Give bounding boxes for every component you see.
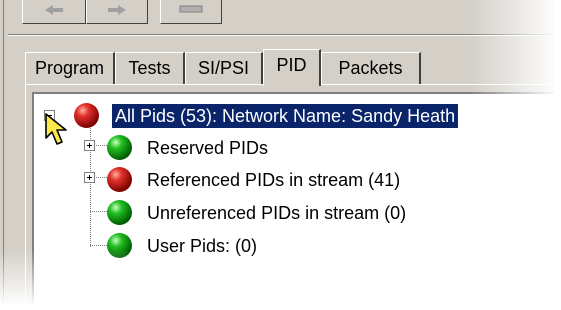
toolbar-print-button[interactable] [160,0,222,24]
tab-program[interactable]: Program [25,52,115,84]
arrow-left-icon [45,5,63,15]
tree-node-label: User Pids: (0) [147,236,258,256]
status-error-icon [74,103,99,128]
tree-node-unreferenced-pids[interactable]: Unreferenced PIDs in stream (0) [72,199,532,227]
tree-node-referenced-pids[interactable]: Referenced PIDs in stream (41) [72,166,532,194]
arrow-right-icon [108,5,126,15]
tree-node-label: Reserved PIDs [147,138,269,158]
tree-node-label: Referenced PIDs in stream (41) [147,170,401,190]
tab-pid[interactable]: PID [263,49,321,86]
tree-node-label: Unreferenced PIDs in stream (0) [147,203,407,223]
tree-node-reserved-pids[interactable]: Reserved PIDs [72,134,532,162]
window-frame-left [0,0,4,304]
analyzer-window: Program Tests SI/PSI PID Packets All Pid… [0,0,555,304]
arrow-pointer-icon [45,113,67,145]
tree-node-all-pids[interactable]: All Pids (53): Network Name: Sandy Heath [40,102,540,130]
status-ok-icon [107,135,132,160]
tab-tests[interactable]: Tests [115,52,185,84]
tree-node-user-pids[interactable]: User Pids: (0) [72,232,532,260]
tree-node-label: All Pids (53): Network Name: Sandy Heath [112,104,459,128]
status-error-icon [107,167,132,192]
status-ok-icon [107,233,132,258]
status-ok-icon [107,200,132,225]
toolbar-back-button[interactable] [22,0,86,24]
toolbar-separator [8,34,553,36]
printer-icon [179,5,203,13]
toolbar-forward-button[interactable] [86,0,148,24]
expand-toggle-icon[interactable] [84,140,95,151]
tab-si-psi[interactable]: SI/PSI [185,52,263,84]
pid-tree-view[interactable]: All Pids (53): Network Name: Sandy Heath… [32,92,555,304]
expand-toggle-icon[interactable] [84,172,95,183]
tab-packets[interactable]: Packets [321,52,421,84]
